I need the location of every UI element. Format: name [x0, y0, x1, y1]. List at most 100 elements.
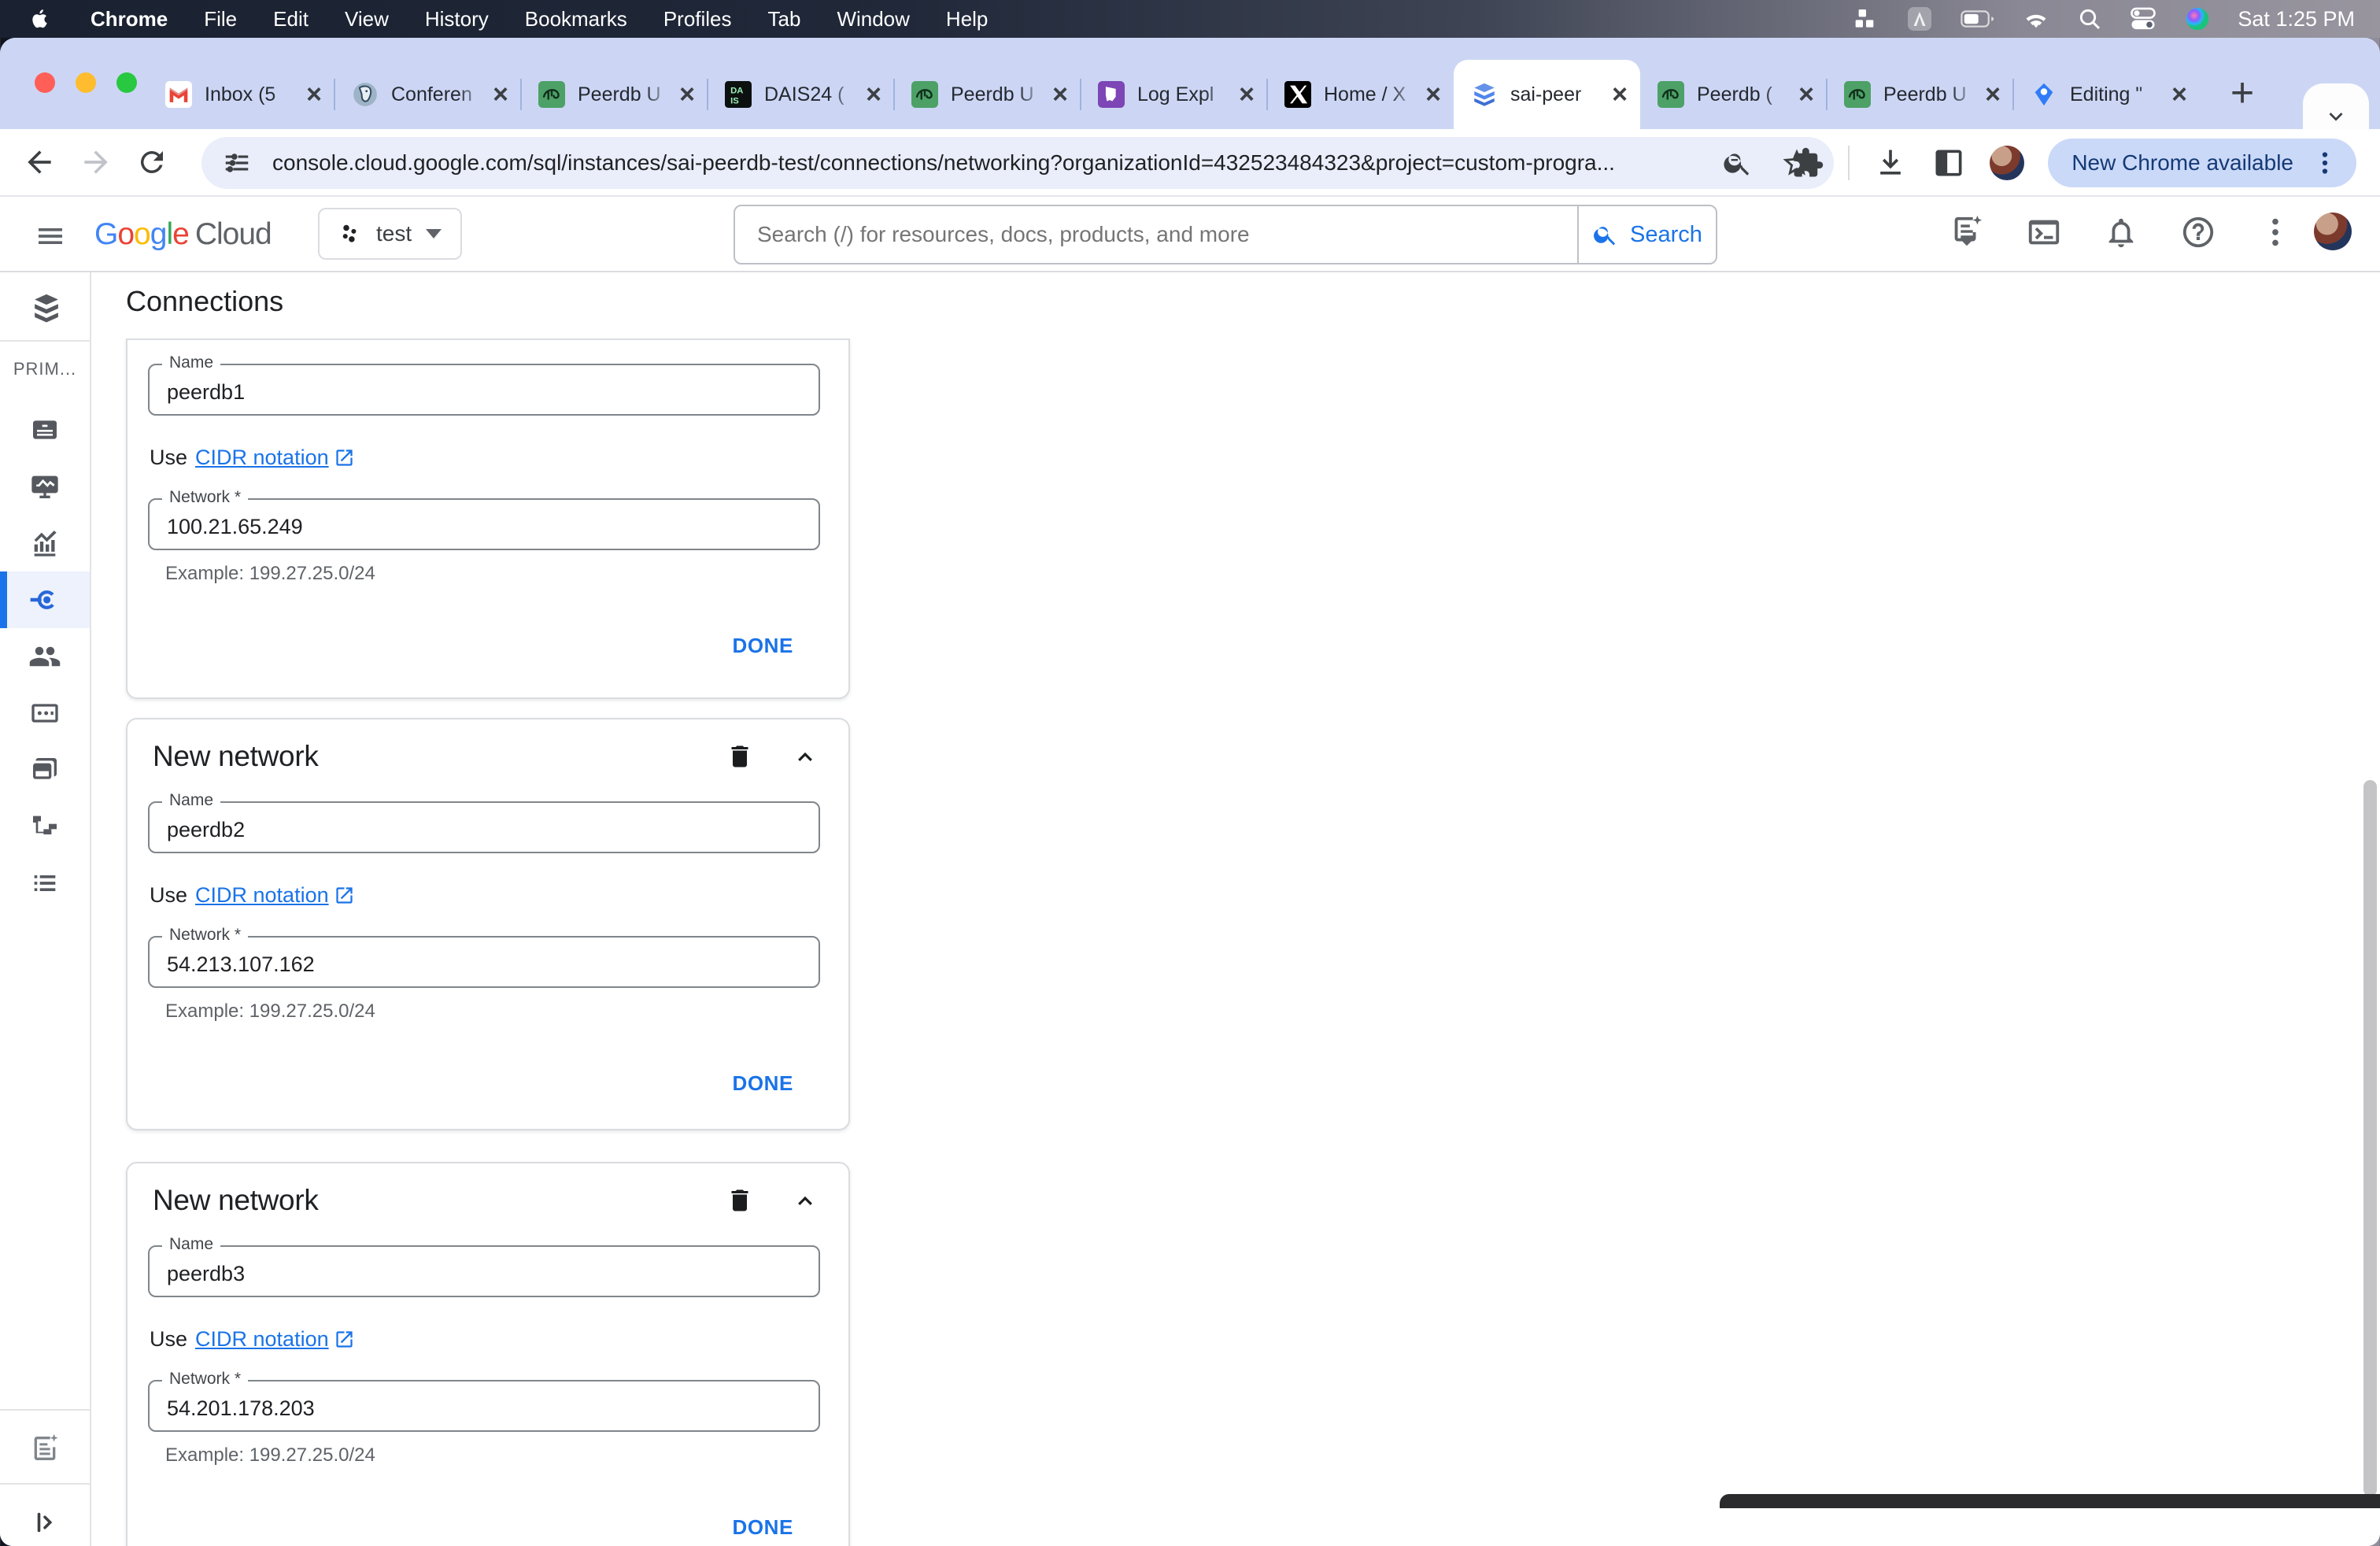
- menu-item-history[interactable]: History: [407, 7, 507, 31]
- network-input[interactable]: [150, 1381, 819, 1430]
- cidr-notation-link[interactable]: CIDR notation: [195, 883, 355, 908]
- network-input[interactable]: [150, 938, 819, 986]
- sidebar-item-system-insights[interactable]: [0, 515, 90, 571]
- sidebar-item-replicas[interactable]: [0, 798, 90, 855]
- sidebar-item-monitoring[interactable]: [0, 458, 90, 515]
- menu-item-view[interactable]: View: [327, 7, 407, 31]
- cidr-notation-link[interactable]: CIDR notation: [195, 1327, 355, 1352]
- downloads-icon[interactable]: [1873, 146, 1908, 180]
- browser-tab-6[interactable]: Home / X ×: [1266, 60, 1454, 129]
- menu-item-help[interactable]: Help: [928, 7, 1006, 31]
- status-battery-icon[interactable]: [1961, 7, 1995, 31]
- notifications-bell-icon[interactable]: [2103, 214, 2139, 250]
- done-button[interactable]: DONE: [732, 634, 793, 657]
- sidebar-item-users[interactable]: [0, 628, 90, 685]
- status-app-icon[interactable]: [1905, 5, 1934, 33]
- gcp-more-icon[interactable]: [2257, 214, 2293, 250]
- menu-item-edit[interactable]: Edit: [255, 7, 327, 31]
- done-button[interactable]: DONE: [732, 1071, 793, 1095]
- menu-item-file[interactable]: File: [186, 7, 255, 31]
- menu-item-window[interactable]: Window: [819, 7, 927, 31]
- browser-profile-avatar[interactable]: [1990, 146, 2025, 180]
- name-input[interactable]: [150, 803, 819, 852]
- project-selector[interactable]: test: [318, 208, 463, 260]
- extensions-icon[interactable]: [1791, 146, 1824, 179]
- tab-close-icon[interactable]: ×: [1612, 81, 1628, 108]
- browser-tab-0[interactable]: Inbox (5 ×: [148, 60, 334, 129]
- sidebar-item-connections[interactable]: [0, 571, 90, 628]
- zoom-window-button[interactable]: [116, 72, 137, 93]
- browser-tab-3[interactable]: DA IS DAIS24 (×: [707, 60, 894, 129]
- collapse-network-button[interactable]: [790, 1185, 820, 1215]
- browser-tab-5[interactable]: Log Expl ×: [1080, 60, 1267, 129]
- browser-tab-1[interactable]: Conferen ×: [334, 60, 521, 129]
- reload-button[interactable]: [135, 146, 168, 179]
- new-tab-button[interactable]: +: [2214, 65, 2271, 121]
- cloud-shell-icon[interactable]: [2026, 214, 2062, 250]
- collapse-network-button[interactable]: [790, 742, 820, 771]
- menu-item-bookmarks[interactable]: Bookmarks: [507, 7, 645, 31]
- sidebar-item-databases[interactable]: [0, 685, 90, 742]
- status-spotlight-icon[interactable]: [2077, 6, 2102, 31]
- menu-item-chrome[interactable]: Chrome: [72, 7, 186, 31]
- browser-tab-10[interactable]: Editing " ×: [2012, 60, 2200, 129]
- browser-tab-8[interactable]: Peerdb (×: [1640, 60, 1827, 129]
- tab-close-icon[interactable]: ×: [1425, 81, 1441, 108]
- sidebar-item-operations[interactable]: [0, 855, 90, 912]
- gcp-search-input[interactable]: [735, 206, 1577, 263]
- menu-item-profiles[interactable]: Profiles: [645, 7, 750, 31]
- menu-item-tab[interactable]: Tab: [750, 7, 819, 31]
- close-window-button[interactable]: [35, 72, 55, 93]
- navigation-menu-button[interactable]: [35, 220, 66, 252]
- browser-tab-active[interactable]: sai-peer ×: [1454, 60, 1640, 129]
- url-text[interactable]: console.cloud.google.com/sql/instances/s…: [272, 150, 1706, 176]
- apple-menu[interactable]: [28, 6, 52, 32]
- google-cloud-logo[interactable]: Google Cloud: [94, 217, 272, 252]
- tab-close-icon[interactable]: ×: [2171, 81, 2187, 108]
- delete-network-button[interactable]: [726, 742, 754, 771]
- sidebar-item-release-notes[interactable]: [0, 1420, 90, 1477]
- menu-bar-clock[interactable]: Sat 1:25 PM: [2238, 7, 2355, 31]
- name-input[interactable]: [150, 1247, 819, 1296]
- tab-close-icon[interactable]: ×: [1239, 81, 1255, 108]
- back-button[interactable]: [22, 145, 57, 179]
- gemini-docs-icon[interactable]: [1949, 214, 1985, 250]
- macos-dock-edge[interactable]: [1720, 1494, 2380, 1508]
- tab-close-icon[interactable]: ×: [306, 81, 322, 108]
- done-button[interactable]: DONE: [732, 1515, 793, 1539]
- network-input[interactable]: [150, 500, 819, 549]
- tab-close-icon[interactable]: ×: [1798, 81, 1814, 108]
- back-arrow-icon: [28, 150, 51, 174]
- browser-tab-9[interactable]: Peerdb U ×: [1826, 60, 2013, 129]
- status-wifi-icon[interactable]: [2022, 7, 2050, 31]
- vertical-scrollbar[interactable]: [2363, 780, 2377, 1496]
- forward-button[interactable]: [79, 145, 113, 179]
- status-siri-icon[interactable]: [2184, 6, 2211, 32]
- tab-close-icon[interactable]: ×: [1985, 81, 2001, 108]
- sidebar-item-overview[interactable]: [0, 401, 90, 458]
- browser-tab-4[interactable]: Peerdb U ×: [893, 60, 1081, 129]
- help-icon[interactable]: [2180, 214, 2216, 250]
- delete-network-button[interactable]: [726, 1186, 754, 1215]
- minimize-window-button[interactable]: [76, 72, 96, 93]
- sidebar-item-backups[interactable]: [0, 742, 90, 798]
- status-control-center-icon[interactable]: [2129, 6, 2157, 31]
- side-panel-icon[interactable]: [1931, 146, 1966, 180]
- sidebar-collapse-button[interactable]: [0, 1494, 90, 1546]
- zoom-out-icon[interactable]: [1722, 147, 1754, 179]
- tab-close-icon[interactable]: ×: [493, 81, 508, 108]
- chrome-update-button[interactable]: New Chrome available: [2048, 139, 2356, 187]
- browser-menu-icon[interactable]: [2311, 149, 2339, 177]
- tab-close-icon[interactable]: ×: [679, 81, 695, 108]
- gcp-account-avatar[interactable]: [2314, 213, 2352, 250]
- status-stats-icon[interactable]: [1853, 6, 1879, 31]
- tab-close-icon[interactable]: ×: [1052, 81, 1068, 108]
- browser-tab-2[interactable]: Peerdb U ×: [520, 60, 708, 129]
- name-input[interactable]: [150, 365, 819, 414]
- address-bar[interactable]: console.cloud.google.com/sql/instances/s…: [201, 137, 1834, 189]
- cidr-notation-link[interactable]: CIDR notation: [195, 446, 355, 470]
- system-insights-icon: [34, 531, 57, 557]
- tab-close-icon[interactable]: ×: [866, 81, 881, 108]
- gcp-search-button[interactable]: Search: [1577, 206, 1716, 263]
- site-settings-icon[interactable]: [222, 148, 252, 178]
